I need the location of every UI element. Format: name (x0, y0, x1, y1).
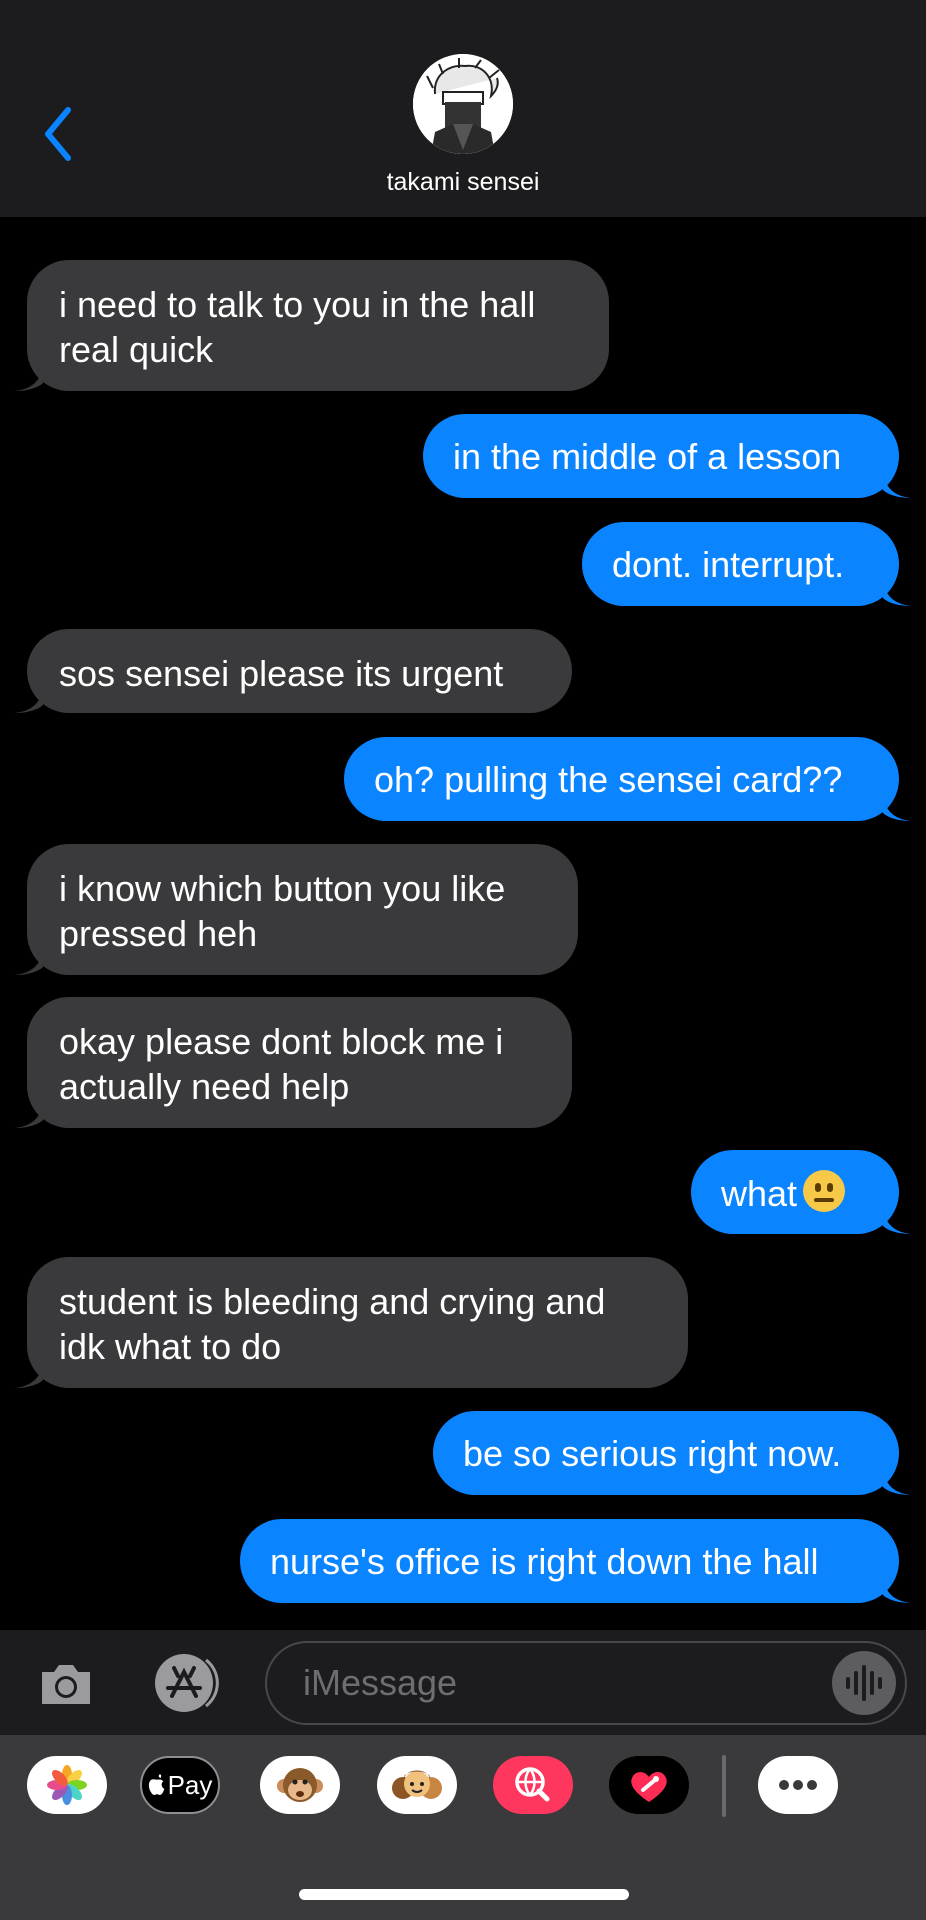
waveform-icon (846, 1665, 882, 1701)
animoji-app-button[interactable] (260, 1756, 340, 1814)
bubble-tail (883, 576, 911, 606)
outgoing-message[interactable]: nurse's office is right down the hall (240, 1519, 911, 1603)
memoji-app-button[interactable] (377, 1756, 457, 1814)
message-text: i need to talk to you in the hall real q… (59, 284, 536, 370)
incoming-message[interactable]: okay please dont block me i actually nee… (15, 997, 572, 1128)
message-text: i know which button you like pressed heh (59, 868, 506, 954)
apple-pay-label: Pay (142, 1758, 218, 1812)
monkey-animoji-icon (277, 1768, 323, 1802)
message-text: be so serious right now. (463, 1433, 842, 1474)
globe-search-icon (515, 1767, 550, 1802)
bubble-tail (15, 1358, 43, 1388)
app-store-icon[interactable] (148, 1652, 226, 1714)
incoming-message[interactable]: student is bleeding and crying and idk w… (15, 1257, 688, 1388)
digital-touch-app-button[interactable] (609, 1756, 689, 1814)
compose-bar (0, 1630, 926, 1735)
incoming-message[interactable]: sos sensei please its urgent (15, 629, 572, 713)
conversation-header: takami sensei (0, 0, 926, 217)
message-input[interactable] (265, 1641, 907, 1725)
more-apps-button[interactable] (758, 1756, 838, 1814)
bubble-tail (883, 1204, 911, 1234)
bubble-tail (883, 1465, 911, 1495)
memoji-stickers-icon (392, 1770, 442, 1799)
camera-icon[interactable] (36, 1654, 96, 1714)
bubble-tail (883, 468, 911, 498)
apple-pay-text: Pay (167, 1769, 213, 1800)
bubble-tail (883, 791, 911, 821)
app-drawer-divider (722, 1755, 726, 1817)
photos-app-button[interactable] (27, 1756, 107, 1814)
ellipsis-icon (779, 1780, 817, 1790)
apple-pay-app-button[interactable]: Pay (140, 1756, 220, 1814)
bubble-tail (15, 945, 43, 975)
message-text: in the middle of a lesson (453, 436, 842, 477)
back-chevron-icon[interactable] (38, 104, 78, 164)
outgoing-message[interactable]: be so serious right now. (433, 1411, 911, 1495)
bubble-tail (15, 361, 43, 391)
message-text: sos sensei please its urgent (59, 653, 504, 694)
image-search-app-button[interactable] (493, 1756, 573, 1814)
audio-message-button[interactable] (832, 1651, 896, 1715)
incoming-message[interactable]: i know which button you like pressed heh (15, 844, 578, 975)
message-text: oh? pulling the sensei card?? (374, 759, 843, 800)
bubble-tail (15, 683, 43, 713)
outgoing-message[interactable]: dont. interrupt. (582, 522, 911, 606)
home-indicator[interactable] (299, 1889, 629, 1900)
message-text: dont. interrupt. (612, 544, 845, 585)
bubble-tail (883, 1573, 911, 1603)
incoming-message[interactable]: i need to talk to you in the hall real q… (15, 260, 609, 391)
app-drawer: Pay (0, 1735, 926, 1920)
outgoing-message[interactable]: in the middle of a lesson (423, 414, 911, 498)
message-text: what (721, 1173, 798, 1214)
bubble-tail (15, 1098, 43, 1128)
contact-name[interactable]: takami sensei (0, 168, 926, 197)
message-text: nurse's office is right down the hall (270, 1541, 819, 1582)
outgoing-message[interactable]: oh? pulling the sensei card?? (344, 737, 911, 821)
message-text: okay please dont block me i actually nee… (59, 1021, 504, 1107)
message-list[interactable]: i need to talk to you in the hall real q… (0, 217, 926, 1630)
photos-icon (47, 1765, 87, 1805)
heart-touch-icon (631, 1771, 667, 1802)
message-text: student is bleeding and crying and idk w… (59, 1281, 606, 1367)
outgoing-message[interactable]: what (691, 1150, 911, 1234)
apple-logo-icon (148, 1774, 164, 1795)
neutral-face-emoji-icon (803, 1170, 846, 1212)
contact-avatar[interactable] (413, 54, 513, 154)
contact-avatar-icon (413, 54, 513, 154)
